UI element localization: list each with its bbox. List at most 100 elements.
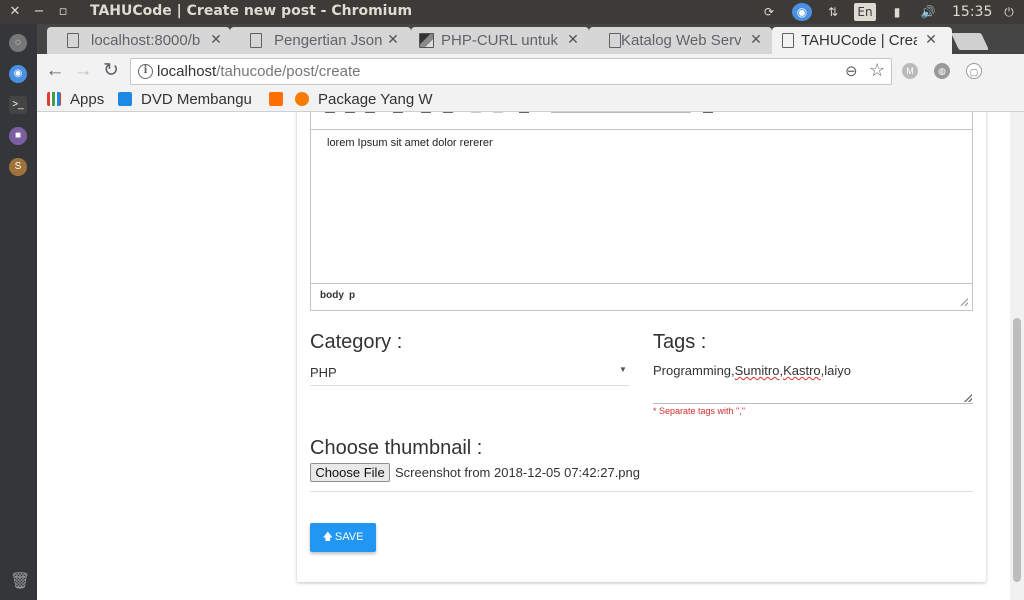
- editor-resize-handle[interactable]: [960, 298, 968, 306]
- category-label: Category :: [310, 331, 403, 353]
- clock[interactable]: 15:35: [952, 4, 992, 20]
- scrollbar-thumb[interactable]: [1013, 318, 1021, 582]
- sync-icon[interactable]: ⟳: [760, 3, 778, 21]
- tab-title: localhost:8000/b: [91, 32, 201, 49]
- dash-home-icon[interactable]: ◌: [9, 34, 27, 52]
- tab-close-icon[interactable]: ✕: [924, 31, 938, 48]
- window-title: TAHUCode | Create new post - Chromium: [90, 3, 413, 19]
- window-maximize-button[interactable]: ▫: [54, 3, 72, 21]
- italic-icon[interactable]: [345, 112, 355, 113]
- forward-arrow-icon[interactable]: →: [71, 59, 95, 83]
- underline-icon[interactable]: [365, 112, 375, 113]
- new-tab-button[interactable]: [951, 33, 989, 50]
- apps-grid-icon: [47, 92, 61, 106]
- category-select[interactable]: PHP: [310, 365, 337, 380]
- category-underline: [310, 385, 629, 386]
- bookmark-apps[interactable]: Apps: [47, 91, 111, 109]
- tab-close-icon[interactable]: ✕: [749, 31, 763, 48]
- info-icon[interactable]: i: [138, 64, 153, 79]
- tab-active[interactable]: TAHUCode | Crea ✕: [772, 27, 952, 54]
- page-icon: [67, 33, 79, 48]
- tags-label: Tags :: [653, 331, 707, 353]
- save-button[interactable]: 🡅 SAVE: [310, 523, 376, 552]
- window-close-button[interactable]: ✕: [6, 3, 24, 21]
- tab[interactable]: PHP-CURL untuk ✕: [411, 27, 589, 54]
- bookmark-dvd[interactable]: DVD Membangu: [118, 91, 256, 109]
- reload-icon[interactable]: ↻: [99, 59, 123, 83]
- save-button-label: SAVE: [334, 531, 364, 543]
- power-icon[interactable]: ⏻: [1000, 3, 1018, 21]
- bullet-list-icon[interactable]: [421, 112, 431, 113]
- tab-close-icon[interactable]: ✕: [566, 31, 580, 48]
- page-scrollbar[interactable]: [1010, 112, 1024, 600]
- tab-title: PHP-CURL untuk: [441, 32, 558, 49]
- chromium-tray-icon[interactable]: ◉: [792, 3, 812, 21]
- editor-content[interactable]: lorem Ipsum sit amet dolor rererer: [327, 137, 493, 149]
- strikethrough-icon[interactable]: [393, 112, 403, 113]
- m-bookmark-icon: [118, 92, 132, 106]
- choose-file-button[interactable]: Choose File: [310, 463, 390, 482]
- page-icon: [782, 33, 794, 48]
- tags-textarea[interactable]: Programming,Sumitro,Kastro,laiyo: [653, 363, 851, 378]
- address-bar[interactable]: i localhost/tahucode/post/create ⊖ ☆: [130, 58, 892, 85]
- url-path: /tahucode/post/create: [216, 63, 361, 80]
- blogger-icon: [269, 92, 283, 106]
- extension-circle-icon[interactable]: ▢: [966, 63, 982, 79]
- bold-icon[interactable]: [325, 112, 335, 113]
- editor-toolbar: [311, 112, 972, 130]
- chevron-down-icon[interactable]: ▼: [619, 365, 627, 374]
- extension-m-icon[interactable]: M: [902, 63, 918, 79]
- path-p[interactable]: p: [349, 290, 355, 301]
- page-viewport: lorem Ipsum sit amet dolor rererer body …: [37, 112, 1010, 600]
- tab-title: TAHUCode | Crea: [801, 32, 917, 49]
- page-icon: [250, 33, 262, 48]
- bookmark-label: Package Yang W: [318, 91, 433, 108]
- more-options-icon[interactable]: [703, 112, 713, 113]
- network-icon[interactable]: ⇅: [824, 3, 842, 21]
- files-icon[interactable]: ■: [9, 127, 27, 145]
- textarea-resize-handle[interactable]: [964, 394, 972, 402]
- format-select[interactable]: [551, 112, 691, 113]
- post-form-card: lorem Ipsum sit amet dolor rererer body …: [297, 112, 986, 582]
- trash-icon[interactable]: 🗑: [10, 572, 30, 592]
- url-text[interactable]: localhost/tahucode/post/create: [157, 63, 360, 80]
- tag-text-misspelled: Kastro: [783, 363, 821, 378]
- bookmark-star-icon[interactable]: ☆: [869, 60, 885, 81]
- url-host: localhost: [157, 63, 217, 80]
- keyboard-layout-indicator[interactable]: En: [854, 3, 876, 21]
- bookmarks-bar: Apps DVD Membangu Package Yang W: [37, 88, 1024, 112]
- tab[interactable]: localhost:8000/b ✕: [47, 27, 230, 54]
- bookmark-label: DVD Membangu: [141, 91, 252, 108]
- redo-icon[interactable]: [493, 112, 503, 113]
- selected-file-name: Screenshot from 2018-12-05 07:42:27.png: [395, 465, 641, 480]
- path-body[interactable]: body: [320, 290, 344, 301]
- terminal-icon[interactable]: >_: [9, 96, 27, 114]
- rich-text-editor: lorem Ipsum sit amet dolor rererer body …: [310, 112, 973, 311]
- tab-strip: localhost:8000/b ✕ Pengertian Json ✕ PHP…: [37, 24, 1024, 54]
- bookmark-package[interactable]: Package Yang W: [295, 91, 435, 109]
- link-icon[interactable]: [519, 112, 529, 113]
- tab[interactable]: Pengertian Json ✕: [230, 27, 411, 54]
- window-minimize-button[interactable]: −: [30, 3, 48, 21]
- battery-icon[interactable]: ▮: [890, 3, 904, 21]
- numbered-list-icon[interactable]: [443, 112, 453, 113]
- zoom-icon[interactable]: ⊖: [845, 62, 858, 80]
- thumbnail-label: Choose thumbnail :: [310, 437, 483, 459]
- tags-hint: * Separate tags with ",": [653, 406, 745, 416]
- chromium-launcher-icon[interactable]: ◉: [9, 65, 27, 83]
- tag-text: ,laiyo: [820, 363, 851, 378]
- editor-statusbar: body p: [311, 283, 972, 310]
- tab-close-icon[interactable]: ✕: [209, 31, 223, 48]
- image-favicon-icon: [419, 33, 434, 48]
- back-arrow-icon[interactable]: ←: [43, 59, 67, 83]
- arrow-up-icon: 🡅: [322, 532, 333, 543]
- sublime-text-icon[interactable]: S: [9, 158, 27, 176]
- undo-icon[interactable]: [471, 112, 481, 113]
- extension-globe-icon[interactable]: ◍: [934, 63, 950, 79]
- bookmark-blogger[interactable]: [269, 91, 287, 109]
- tab-close-icon[interactable]: ✕: [386, 31, 400, 48]
- volume-icon[interactable]: 🔊: [918, 3, 938, 21]
- bookmark-label: Apps: [70, 91, 105, 108]
- tab[interactable]: Katalog Web Serv ✕: [589, 27, 772, 54]
- page-icon: [609, 33, 621, 48]
